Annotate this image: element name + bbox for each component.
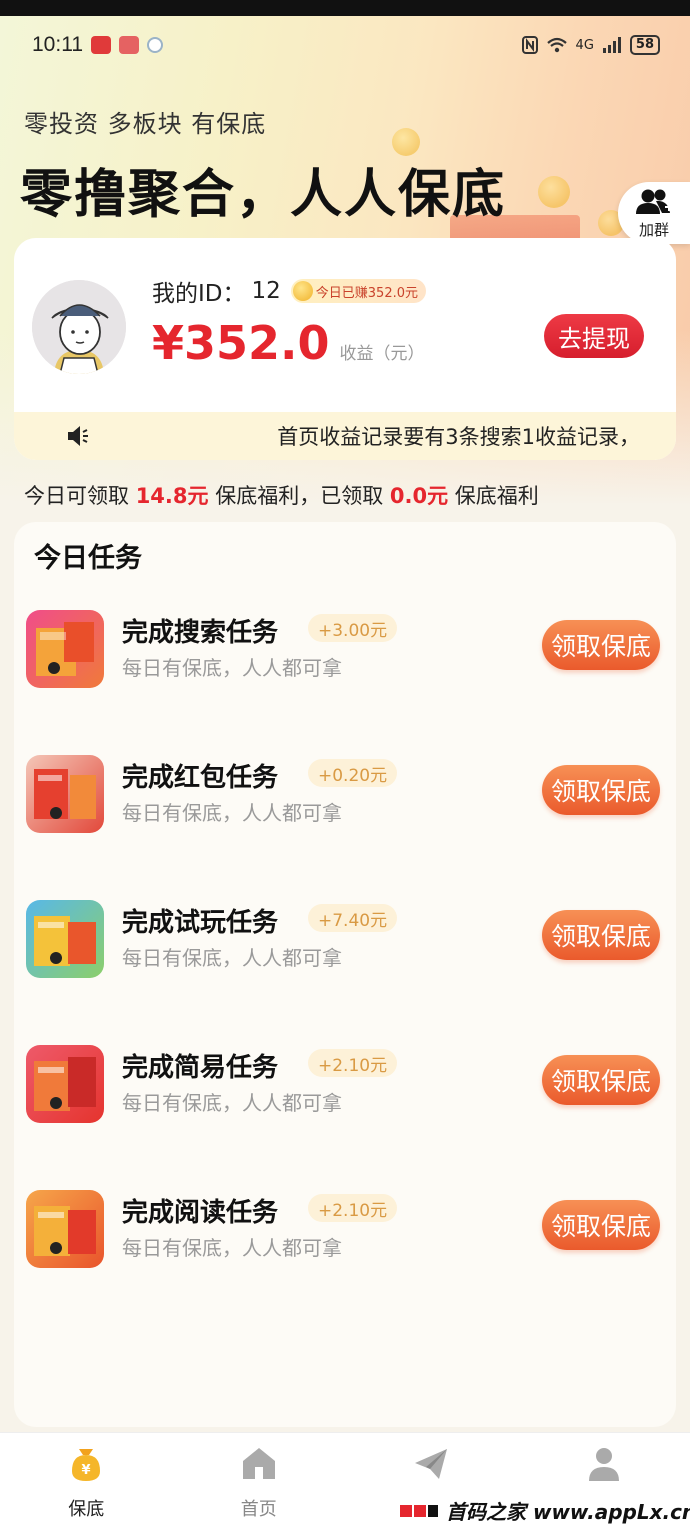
hero-headline: 零撸聚合，人人保底 <box>20 165 507 225</box>
claim-button[interactable]: 领取保底 <box>542 910 660 960</box>
claim-button[interactable]: 领取保底 <box>542 765 660 815</box>
task-name: 完成阅读任务 <box>122 1198 279 1228</box>
task-reward: +0.20元 <box>308 759 398 787</box>
today-earned-badge: 今日已赚352.0元 <box>290 279 426 303</box>
notice-text: 首页收益记录要有3条搜索1收益记录， <box>277 425 640 449</box>
task-reward: +3.00元 <box>308 614 398 642</box>
task-reward: +2.10元 <box>308 1194 398 1222</box>
withdraw-button[interactable]: 去提现 <box>544 314 644 358</box>
decor-coin-icon <box>538 176 570 208</box>
today-earned-text: 今日已赚352.0元 <box>315 285 418 301</box>
watermark-text: 首码之家 www.appLx.cn <box>446 1500 690 1524</box>
app-notification-icon <box>119 36 139 54</box>
task-thumbnail-icon <box>26 610 104 688</box>
hero-subtitle: 零投资 多板块 有保底 <box>24 110 267 138</box>
task-reward: +2.10元 <box>308 1049 398 1077</box>
task-thumbnail-icon <box>26 900 104 978</box>
status-bar: 10:11 4G 58 <box>32 30 660 60</box>
user-icon <box>582 1441 626 1485</box>
battery-level: 58 <box>629 35 660 55</box>
paper-plane-icon <box>409 1441 453 1485</box>
task-name: 完成搜索任务 <box>122 618 279 648</box>
status-time: 10:11 <box>32 33 83 56</box>
balance: ¥352.0 收益（元） <box>152 316 425 370</box>
user-id-label: 我的ID： <box>152 281 246 307</box>
welfare-summary: 今日可领取 14.8元 保底福利，已领取 0.0元 保底福利 <box>24 480 539 510</box>
task-panel: 今日任务 完成搜索任务 +3.00元 每日有保底，人人都可拿 领取保底 完成红包… <box>14 522 676 1427</box>
claim-button[interactable]: 领取保底 <box>542 1055 660 1105</box>
speaker-icon <box>68 426 88 446</box>
task-thumbnail-icon <box>26 1190 104 1268</box>
task-description: 每日有保底，人人都可拿 <box>122 946 342 970</box>
task-panel-title: 今日任务 <box>34 543 142 574</box>
avatar-illustration <box>32 280 126 374</box>
task-name: 完成红包任务 <box>122 763 279 793</box>
join-group-button[interactable]: 加群 <box>618 182 690 244</box>
welfare-suffix: 保底福利 <box>448 484 539 508</box>
svg-text:¥: ¥ <box>82 1463 91 1478</box>
money-bag-icon: ¥ <box>64 1441 108 1485</box>
watermark: 首码之家 www.appLx.cn <box>400 1496 690 1525</box>
join-group-label: 加群 <box>638 220 669 239</box>
avatar[interactable] <box>32 280 126 374</box>
welfare-available: 14.8元 <box>135 484 209 508</box>
signal-icon <box>602 37 621 53</box>
user-id-line: 我的ID： 12 今日已赚352.0元 <box>152 274 426 308</box>
group-add-icon <box>636 189 673 214</box>
tab-label: 首页 <box>240 1499 277 1520</box>
task-description: 每日有保底，人人都可拿 <box>122 656 342 680</box>
status-right: 4G 58 <box>521 35 660 55</box>
task-item: 完成阅读任务 +2.10元 每日有保底，人人都可拿 领取保底 <box>14 1190 676 1270</box>
task-item: 完成搜索任务 +3.00元 每日有保底，人人都可拿 领取保底 <box>14 610 676 690</box>
tab-label: 保底 <box>68 1499 105 1520</box>
task-name: 完成简易任务 <box>122 1053 279 1083</box>
app-notification-icon <box>91 36 111 54</box>
welfare-claimed: 0.0元 <box>389 484 449 508</box>
task-description: 每日有保底，人人都可拿 <box>122 1091 342 1115</box>
task-item: 完成红包任务 +0.20元 每日有保底，人人都可拿 领取保底 <box>14 755 676 835</box>
task-description: 每日有保底，人人都可拿 <box>122 801 342 825</box>
tab-home[interactable]: 首页 <box>173 1433 346 1530</box>
user-id-value: 12 <box>251 278 281 304</box>
task-thumbnail-icon <box>26 1045 104 1123</box>
notice-bar[interactable]: 首页收益记录要有3条搜索1收益记录， <box>14 412 676 460</box>
task-name: 完成试玩任务 <box>122 908 279 938</box>
watermark-logo-icon <box>400 1504 438 1517</box>
task-description: 每日有保底，人人都可拿 <box>122 1236 342 1260</box>
tab-baodi[interactable]: ¥ 保底 <box>0 1433 173 1530</box>
home-icon <box>237 1441 281 1485</box>
claim-button[interactable]: 领取保底 <box>542 1200 660 1250</box>
wifi-icon <box>546 37 567 53</box>
app-notification-icon <box>147 37 163 53</box>
balance-unit: 收益（元） <box>339 344 425 364</box>
coin-icon <box>292 281 313 301</box>
balance-value: ¥352.0 <box>152 316 330 370</box>
network-type: 4G <box>575 37 594 53</box>
welfare-prefix: 今日可领取 <box>24 484 136 508</box>
task-item: 完成简易任务 +2.10元 每日有保底，人人都可拿 领取保底 <box>14 1045 676 1125</box>
task-reward: +7.40元 <box>308 904 398 932</box>
task-thumbnail-icon <box>26 755 104 833</box>
claim-button[interactable]: 领取保底 <box>542 620 660 670</box>
screen-top-edge <box>0 0 690 16</box>
profile-card: 我的ID： 12 今日已赚352.0元 ¥352.0 收益（元） 去提现 首页收… <box>14 238 676 460</box>
nfc-icon <box>521 36 538 54</box>
welfare-middle: 保底福利，已领取 <box>208 484 390 508</box>
task-item: 完成试玩任务 +7.40元 每日有保底，人人都可拿 领取保底 <box>14 900 676 980</box>
